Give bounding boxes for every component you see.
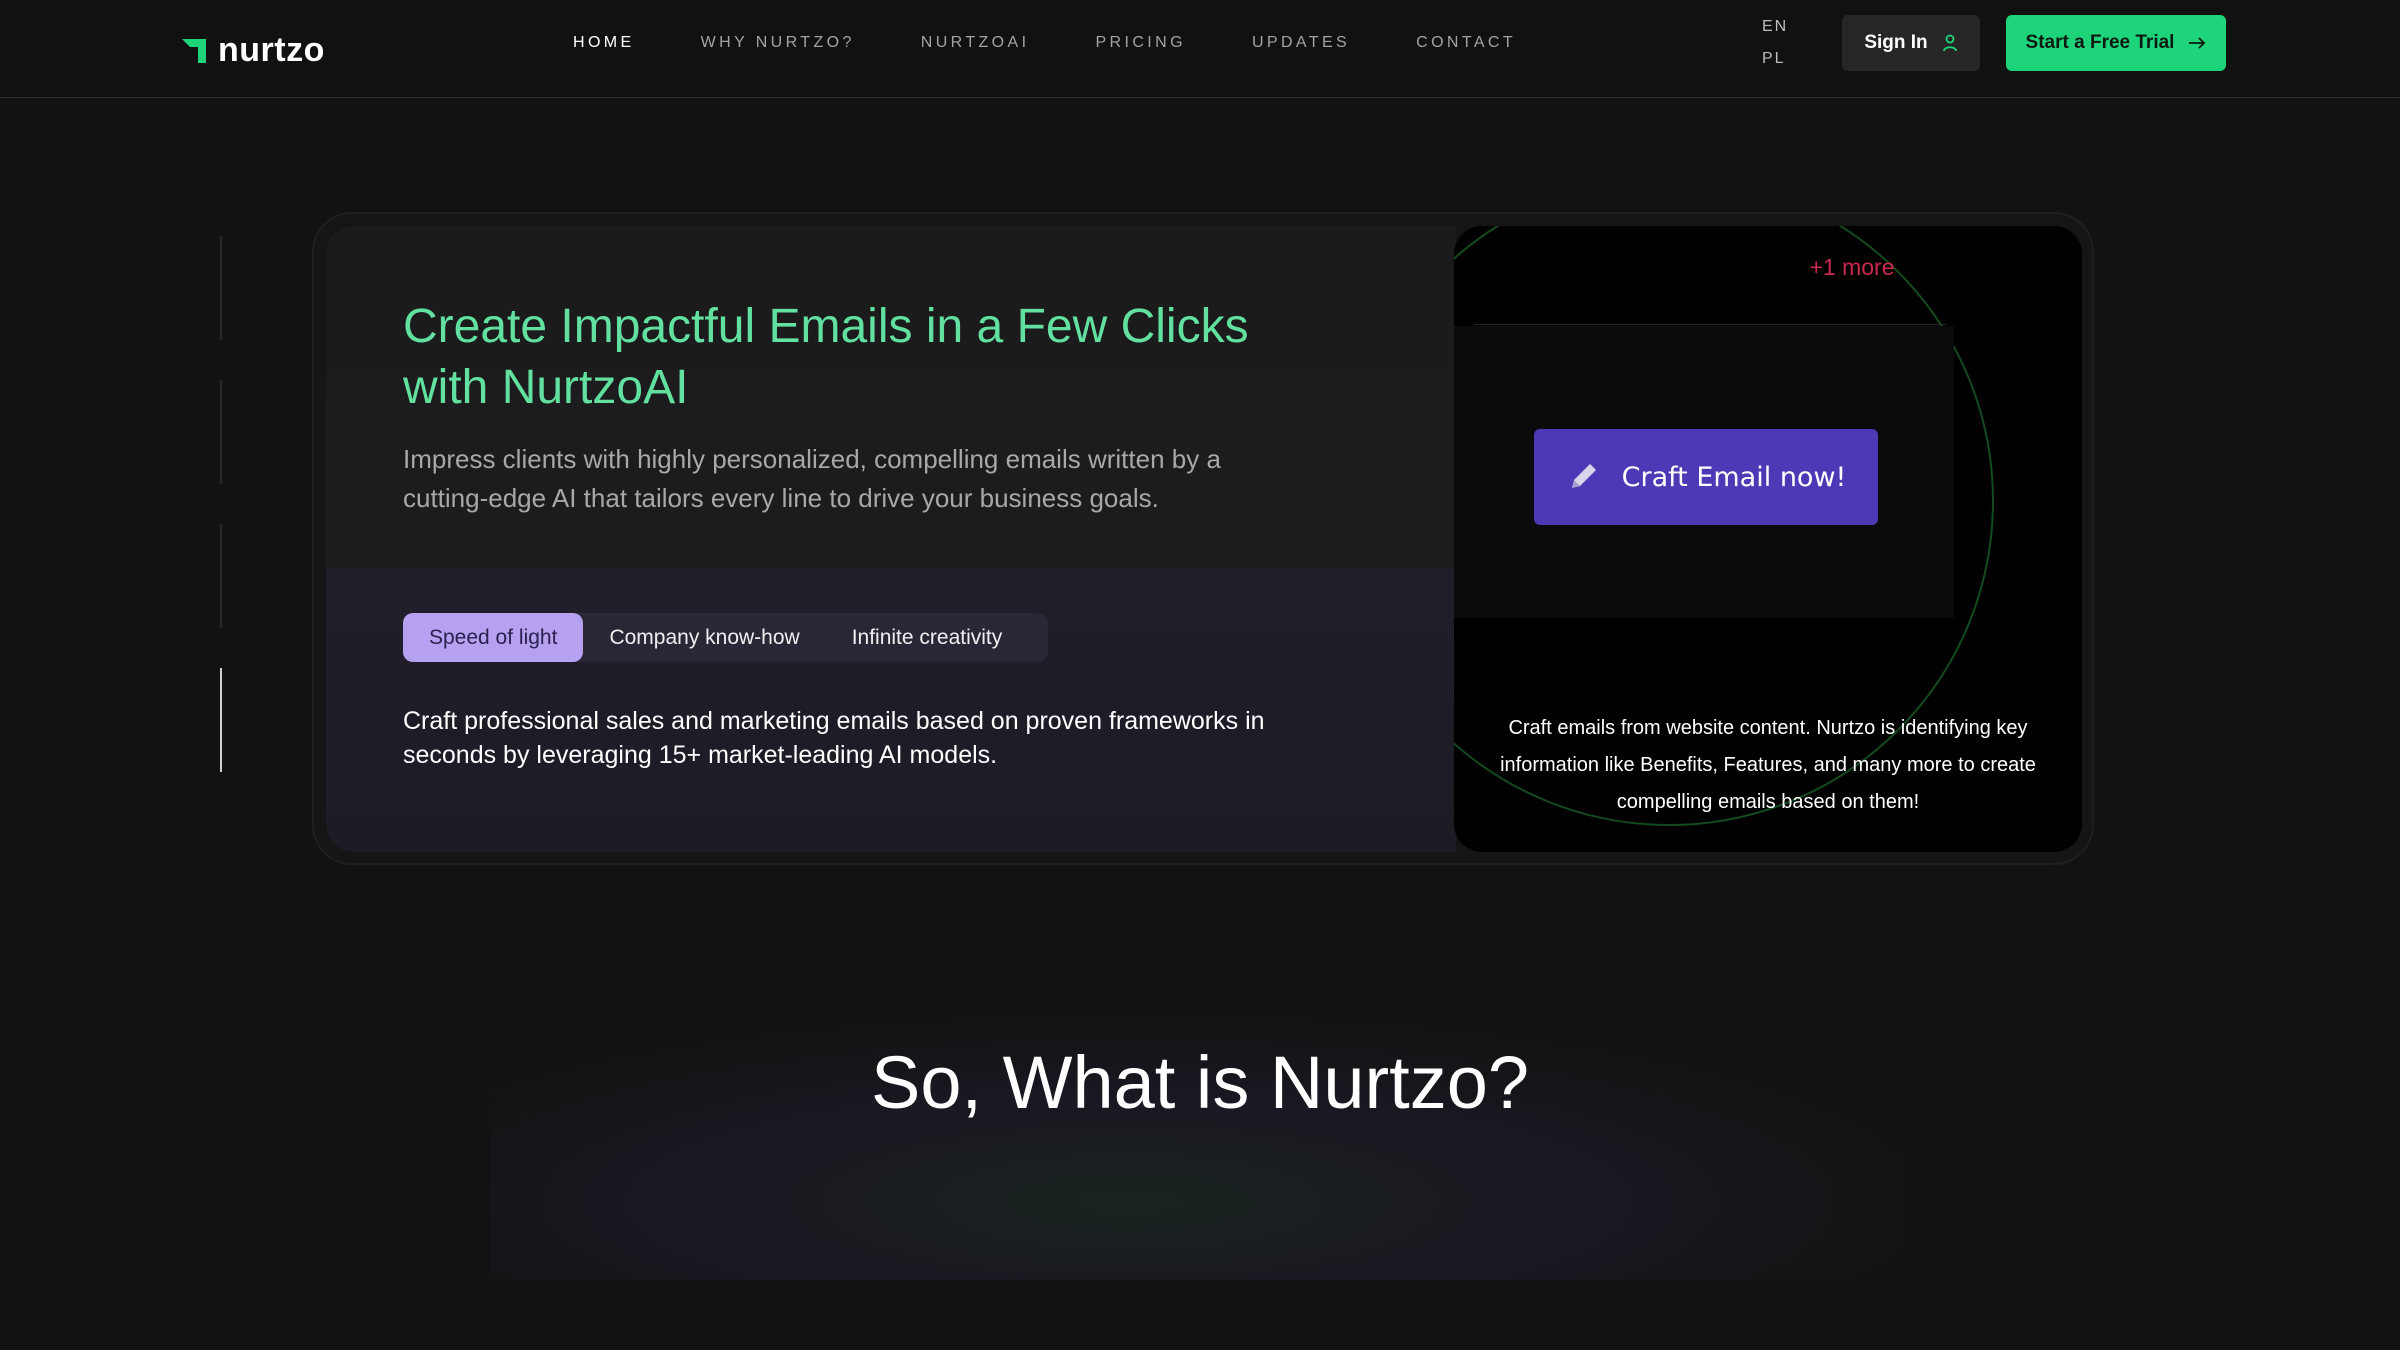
tab-speed-of-light[interactable]: Speed of light [403, 613, 584, 662]
logo[interactable]: nurtzo [180, 30, 325, 70]
hero-headline-line2: with NurtzoAI [403, 361, 689, 414]
progress-line-active [220, 668, 222, 772]
pencil-icon [1571, 464, 1596, 488]
user-icon [1942, 34, 1957, 52]
trial-label: Start a Free Trial [2025, 32, 2175, 53]
progress-line-2 [220, 380, 222, 484]
nav-nurtzoai[interactable]: NURTZOAI [921, 34, 1030, 52]
logo-text: nurtzo [218, 30, 325, 69]
more-badge[interactable]: +1 more [1752, 254, 1952, 281]
nav-why-nurtzo[interactable]: WHY NURTZO? [701, 34, 855, 52]
nav-pricing[interactable]: PRICING [1095, 34, 1185, 52]
hero-headline: Create Impactful Emails in a Few Clicks … [403, 296, 1283, 418]
tab-company-know-how[interactable]: Company know-how [583, 613, 825, 662]
craft-email-label: Craft Email now! [1621, 461, 1847, 493]
progress-line-3 [220, 524, 222, 628]
arrow-right-icon [2189, 37, 2206, 49]
progress-line-1 [220, 236, 222, 340]
logo-icon [182, 39, 206, 63]
sign-in-label: Sign In [1864, 32, 1928, 53]
craft-email-button[interactable]: Craft Email now! [1534, 429, 1878, 525]
nav-contact[interactable]: CONTACT [1416, 34, 1516, 52]
preview-description: Craft emails from website content. Nurtz… [1500, 717, 2036, 813]
section-title: So, What is Nurtzo? [870, 1041, 1529, 1124]
hero-headline-line1: Create Impactful Emails in a Few Clicks [403, 300, 1249, 353]
site-header: nurtzo HOME WHY NURTZO? NURTZOAI PRICING… [0, 0, 2400, 98]
main-nav: HOME WHY NURTZO? NURTZOAI PRICING UPDATE… [573, 0, 1582, 86]
language-switcher: EN PL [1762, 18, 1788, 68]
start-free-trial-button[interactable]: Start a Free Trial [2006, 15, 2226, 71]
nav-home[interactable]: HOME [573, 34, 635, 52]
lang-pl[interactable]: PL [1762, 50, 1788, 68]
divider [1474, 324, 1946, 325]
nav-updates[interactable]: UPDATES [1252, 34, 1350, 52]
tab-description: Craft professional sales and marketing e… [403, 707, 1265, 769]
feature-tabs: Speed of light Company know-how Infinite… [403, 613, 1049, 662]
preview-panel: +1 more Craft Email now! Craft emails fr… [1454, 226, 2082, 852]
tab-infinite-creativity[interactable]: Infinite creativity [826, 613, 1029, 662]
sign-in-button[interactable]: Sign In [1842, 15, 1980, 71]
hero-subhead: Impress clients with highly personalized… [403, 444, 1221, 513]
lang-en[interactable]: EN [1762, 18, 1788, 36]
